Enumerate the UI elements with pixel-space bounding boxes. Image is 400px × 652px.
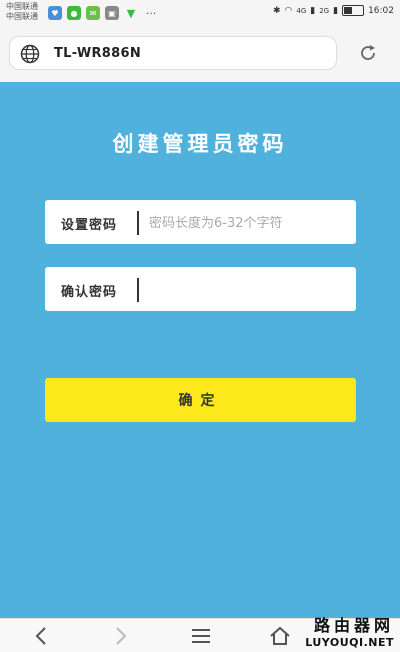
address-bar[interactable]: TL-WR886N [9,36,337,70]
confirm-password-input[interactable] [147,274,351,306]
bluetooth-icon: ✱ [272,5,281,16]
battery-icon [342,5,365,16]
app-icon: ♥ [48,6,62,20]
password-field[interactable]: 设置密码 [45,200,356,244]
chat-icon: ● [67,6,81,20]
field-divider [137,278,139,302]
confirm-button[interactable]: 确定 [45,378,356,422]
signal-1: 4G [296,6,307,15]
notification-icons: ♥ ● ✉ ▣ ▼ ··· [48,6,159,20]
confirm-password-field[interactable]: 确认密码 [45,267,356,311]
back-icon[interactable] [30,625,54,647]
more-icon: ··· [145,6,157,20]
watermark-cn: 路由器网 [313,616,394,635]
wifi-signal-icon: ◠ [284,5,293,16]
browser-toolbar: TL-WR886N [0,26,400,82]
watermark: 路由器网 LUYOUQI.NET [305,612,394,649]
gallery-icon: ▣ [105,6,119,20]
url-text: TL-WR886N [54,46,142,61]
page-title: 创建管理员密码 [112,132,288,156]
menu-icon[interactable] [189,625,213,647]
wifi-icon: ▼ [126,6,136,20]
clock: 16:02 [368,5,394,16]
wechat-icon: ✉ [86,6,100,20]
carrier-info: 中国联通 中国联通 [6,2,38,22]
confirm-password-label: 确认密码 [61,285,118,300]
page-content: 创建管理员密码 设置密码 确认密码 确定 [0,82,400,618]
password-input[interactable] [147,207,351,239]
home-icon[interactable] [268,625,292,647]
field-divider [137,211,139,235]
signal-2: 2G [319,6,330,15]
signal-bars-icon: ▮ [310,5,316,16]
carrier-1: 中国联通 [6,2,38,11]
forward-icon[interactable] [108,625,132,647]
carrier-2: 中国联通 [6,12,38,21]
signal-bars-icon-2: ▮ [333,5,339,16]
status-bar: 中国联通 中国联通 ♥ ● ✉ ▣ ▼ ··· ✱ ◠ 4G ▮ 2G ▮ 16… [0,0,400,26]
password-label: 设置密码 [61,218,118,233]
reload-icon[interactable] [358,43,378,63]
system-icons: ✱ ◠ 4G ▮ 2G ▮ 16:02 [273,5,394,16]
watermark-en: LUYOUQI.NET [305,636,394,649]
globe-icon [20,44,40,64]
